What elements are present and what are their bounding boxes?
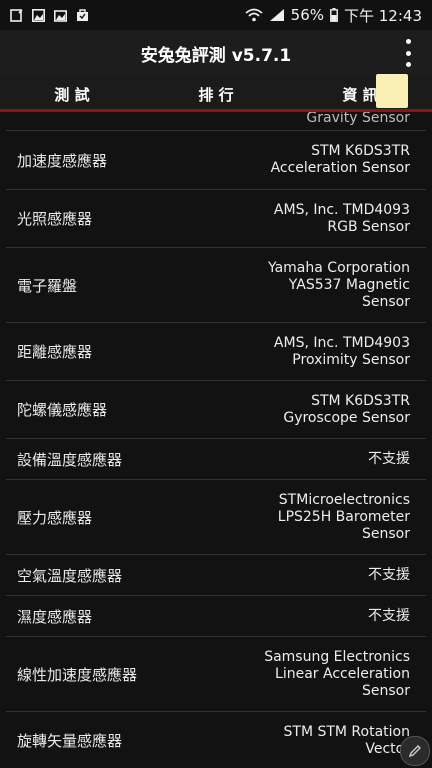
sensor-label: 線性加速度感應器 (17, 665, 138, 684)
edit-icon[interactable] (400, 736, 430, 766)
overflow-menu-icon[interactable] (402, 39, 414, 67)
gallery-icon (54, 9, 67, 22)
sensor-row-compass: 電子羅盤 Yamaha Corporation YAS537 Magnetic Se… (6, 248, 426, 323)
partial-row-value: Gravity Sensor (6, 112, 426, 131)
sensor-label: 電子羅盤 (17, 276, 78, 295)
sensor-label: 光照感應器 (17, 210, 93, 228)
sensor-label: 旋轉矢量感應器 (17, 732, 123, 750)
bag-icon (76, 8, 89, 22)
battery-icon (330, 8, 338, 22)
sensor-row-rotation-vector: 旋轉矢量感應器 STM STM Rotation Vector (6, 712, 426, 768)
sensor-value: AMS, Inc. TMD4093 RGB Sensor (273, 201, 410, 235)
sensor-row-gyroscope: 陀螺儀感應器 STM K6DS3TR Gyroscope Sensor (6, 381, 426, 439)
sticky-note-overlay (376, 74, 408, 108)
sensor-value: Samsung Electronics Linear Acceleration Se… (264, 648, 410, 699)
sensor-value: Yamaha Corporation YAS537 Magnetic Sensor (267, 259, 410, 310)
sensor-label: 濕度感應器 (17, 607, 93, 626)
download-icon (10, 8, 23, 22)
sensor-row-linear-acceleration: 線性加速度感應器 Samsung Electronics Linear Accel… (6, 637, 426, 712)
sensor-row-acceleration: 加速度感應器 STM K6DS3TR Acceleration Sensor (6, 131, 426, 190)
tab-bar: 測 試 排 行 資 訊 (0, 76, 432, 112)
app-title: 安兔兔評測 v5.7.1 (140, 45, 292, 66)
sensor-row-light: 光照感應器 AMS, Inc. TMD4093 RGB Sensor (6, 190, 426, 248)
app-bar: 安兔兔評測 v5.7.1 (0, 30, 432, 76)
sensor-row-humidity: 濕度感應器 不支援 (6, 596, 426, 637)
sensor-list[interactable]: Gravity Sensor 加速度感應器 STM K6DS3TR Acceler… (6, 112, 426, 768)
notification-icons (10, 8, 89, 22)
sensor-row-pressure: 壓力感應器 STMicroelectronics LPS25H Barometer… (6, 480, 426, 555)
sensor-value: STM K6DS3TR Gyroscope Sensor (283, 392, 410, 426)
sensor-label: 陀螺儀感應器 (17, 401, 108, 419)
tab-info[interactable]: 資 訊 (288, 76, 432, 112)
sensor-value: STM K6DS3TR Acceleration Sensor (270, 143, 410, 176)
sensor-value: AMS, Inc. TMD4903 Proximity Sensor (273, 334, 410, 368)
sensor-label: 壓力感應器 (17, 508, 93, 527)
sensor-value: 不支援 (368, 450, 410, 467)
wifi-icon (245, 8, 263, 22)
clock: 下午 12:43 (344, 6, 422, 25)
sensor-label: 設備溫度感應器 (17, 450, 123, 469)
battery-percent: 56% (290, 6, 324, 24)
system-icons: 56% 下午 12:43 (245, 5, 422, 26)
sensor-label: 加速度感應器 (17, 151, 108, 170)
sensor-value: 不支援 (368, 566, 410, 583)
sensor-value: STMicroelectronics LPS25H Barometer Sensor (277, 491, 410, 542)
signal-icon (269, 9, 285, 22)
sensor-value: 不支援 (368, 607, 410, 624)
sensor-value: STM STM Rotation Vector (283, 723, 411, 757)
sensor-row-proximity: 距離感應器 AMS, Inc. TMD4903 Proximity Sensor (6, 323, 426, 381)
sensor-row-air-temperature: 空氣溫度感應器 不支援 (6, 555, 426, 596)
tab-test[interactable]: 測 試 (0, 76, 144, 112)
sensor-label: 空氣溫度感應器 (17, 566, 123, 585)
sensor-row-device-temperature: 設備溫度感應器 不支援 (6, 439, 426, 480)
status-bar: 56% 下午 12:43 (0, 0, 432, 30)
tab-ranking[interactable]: 排 行 (144, 76, 288, 112)
sensor-label: 距離感應器 (17, 343, 93, 361)
image-icon (32, 8, 45, 22)
